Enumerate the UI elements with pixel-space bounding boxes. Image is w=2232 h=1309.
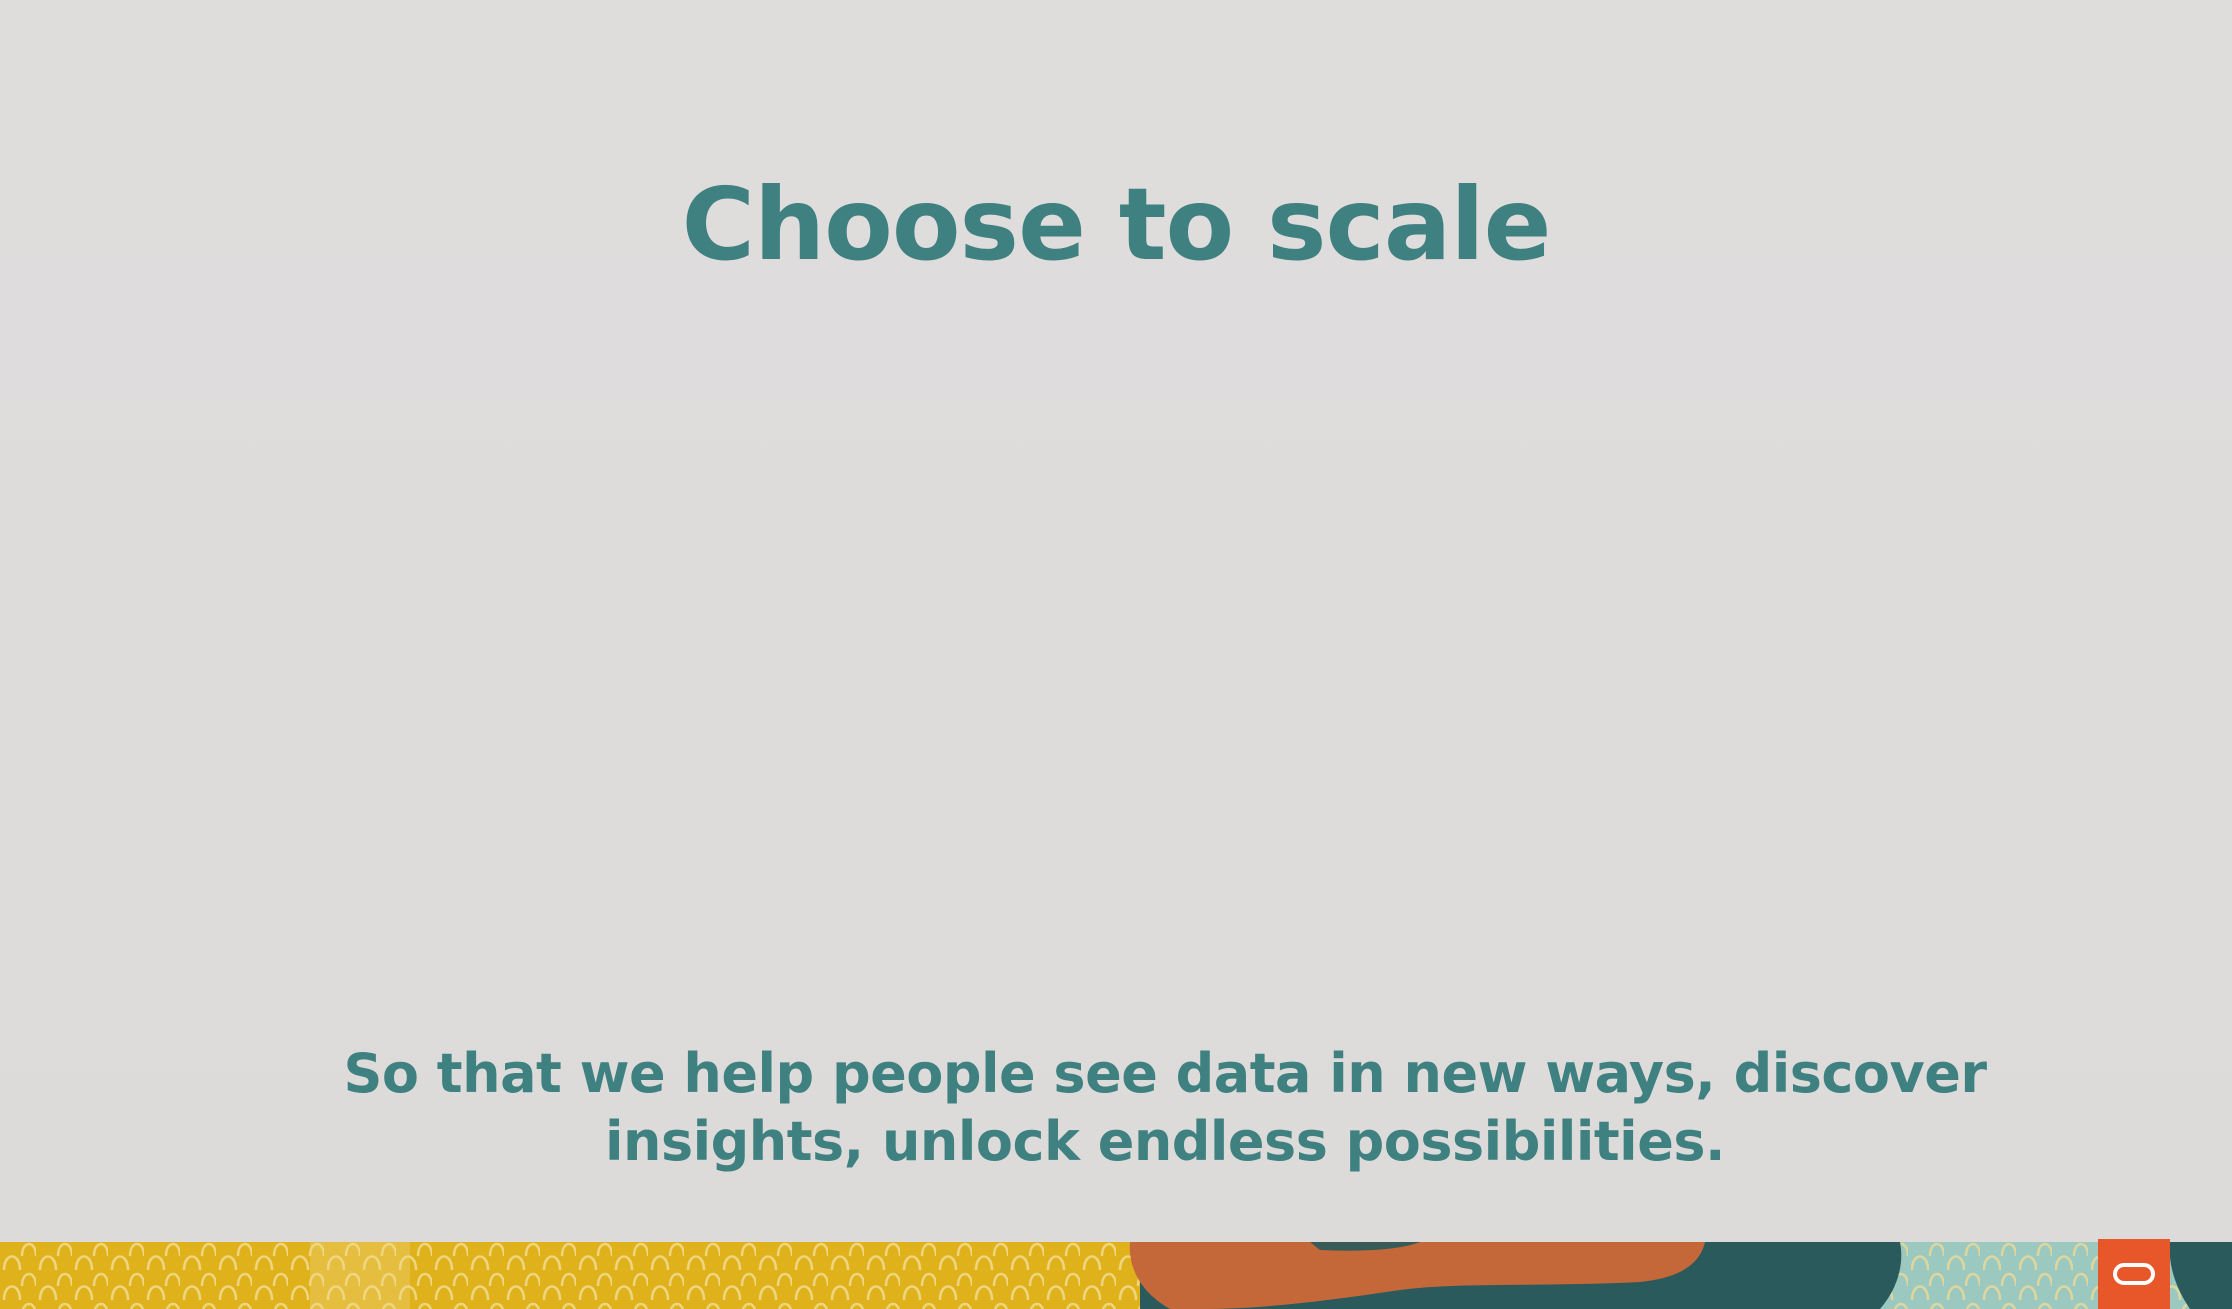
decorative-pattern-band [0,1242,2232,1309]
slide-subtitle: So that we help people see data in new w… [343,1042,1987,1173]
slide-title: Choose to scale [681,166,1552,283]
slide: Choose to scale So that we help people s… [0,0,2232,1309]
brand-logo [2098,1239,2170,1309]
oracle-o-logo-icon [2113,1263,2155,1285]
